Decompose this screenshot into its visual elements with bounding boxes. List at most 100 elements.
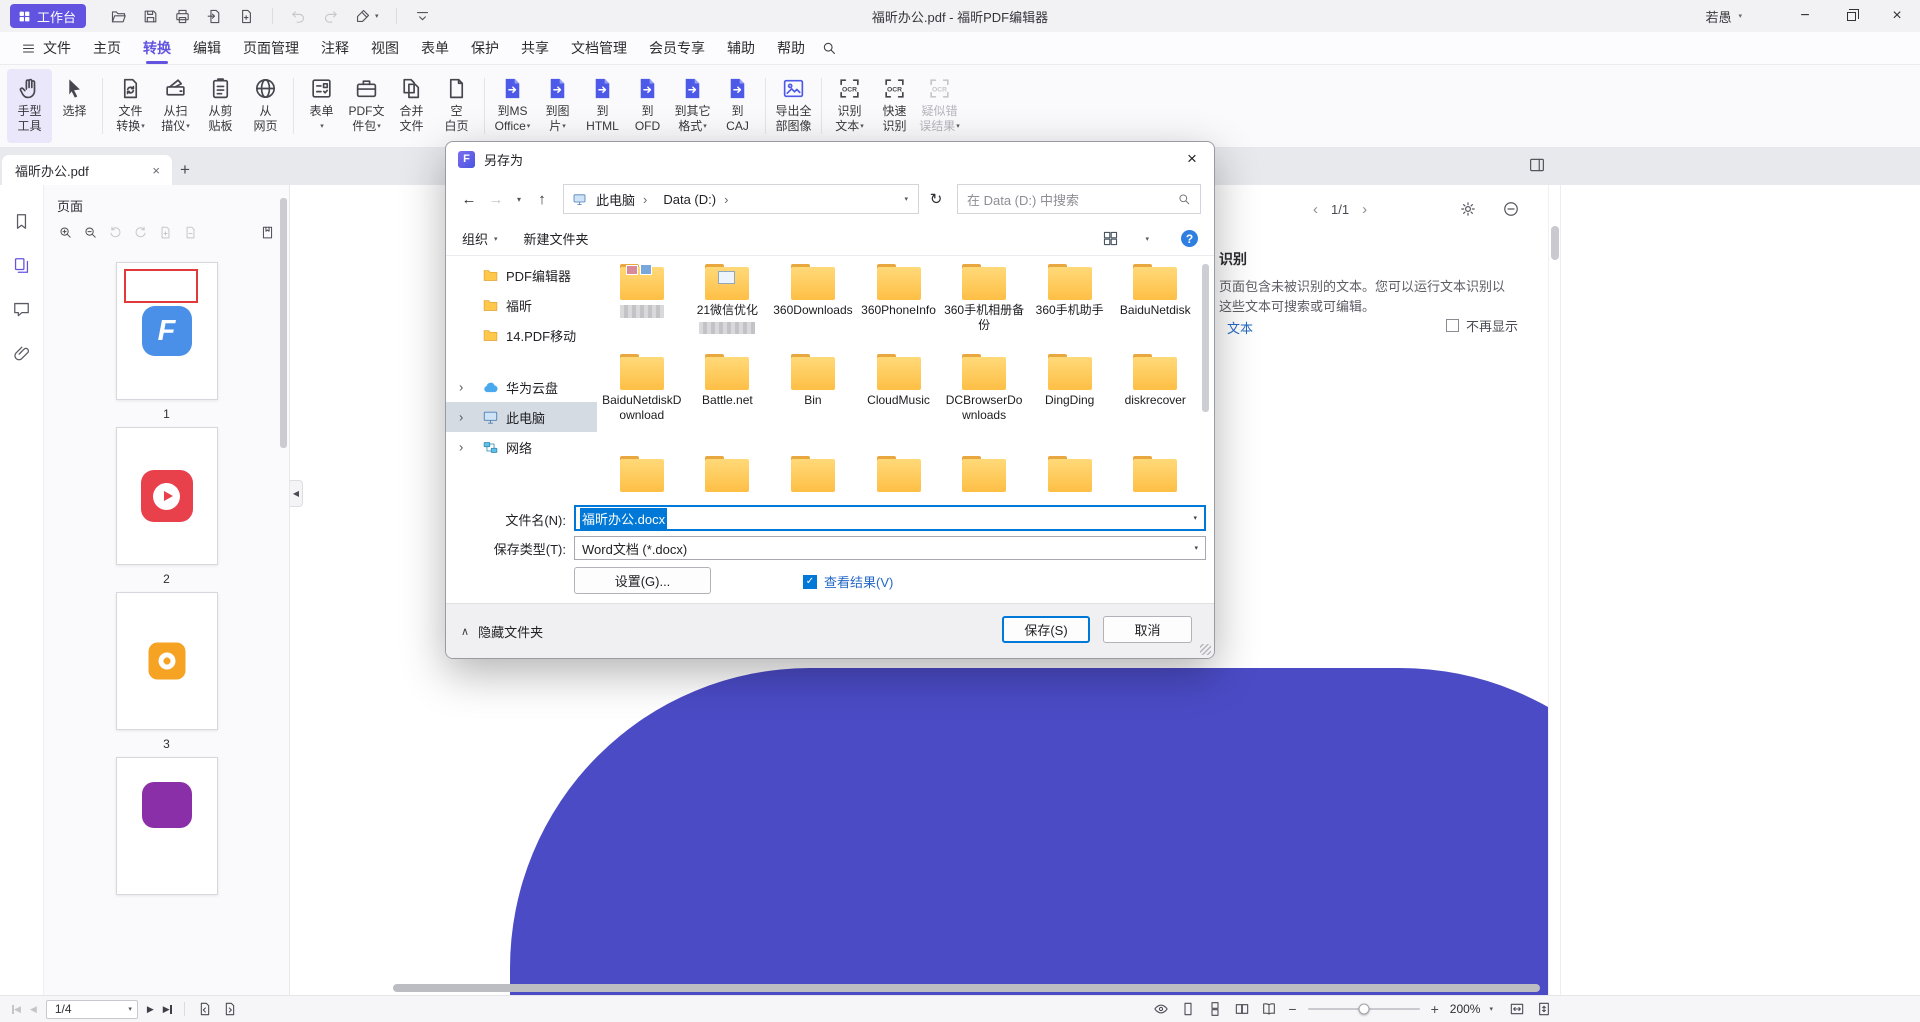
rotate-left-icon[interactable]	[108, 225, 123, 240]
document-tab[interactable]: 福昕办公.pdf ×	[2, 155, 172, 185]
menu-item-member[interactable]: 会员专享	[638, 32, 716, 65]
ribbon-button-from-clipboard[interactable]: 从剪贴板	[198, 69, 243, 143]
chevron-right-icon[interactable]: ›	[459, 440, 463, 455]
file-item[interactable]: DCBrowserDownloads	[942, 354, 1026, 423]
page-number-combo[interactable]: 1/4 ▾	[46, 1000, 138, 1019]
files-scrollbar[interactable]	[1202, 264, 1209, 412]
user-name[interactable]: 若愚	[1705, 7, 1731, 26]
file-item[interactable]: BaiduNetdisk	[1113, 264, 1197, 334]
attachments-panel-button[interactable]	[12, 344, 31, 363]
file-item[interactable]	[686, 456, 770, 492]
last-page-button[interactable]: ▶	[163, 1005, 172, 1014]
file-item[interactable]	[942, 456, 1026, 492]
file-item[interactable]	[1028, 456, 1112, 492]
dismiss-notification-checkbox[interactable]: 不再显示	[1446, 316, 1518, 335]
breadcrumb-data-drive[interactable]: Data (D:)›	[656, 185, 735, 213]
horizontal-scrollbar[interactable]	[393, 984, 1540, 992]
file-item[interactable]: BaiduNetdiskDownload	[600, 354, 684, 423]
file-item[interactable]: 360手机助手	[1028, 264, 1112, 334]
menu-item-edit[interactable]: 编辑	[182, 32, 232, 65]
menu-item-page-organize[interactable]: 页面管理	[232, 32, 310, 65]
menu-item-help[interactable]: 帮助	[766, 32, 816, 65]
ribbon-button-to-html[interactable]: 到HTML	[580, 69, 625, 143]
file-item[interactable]: 360Downloads	[771, 264, 855, 334]
page-thumbnail-4[interactable]	[116, 757, 218, 895]
cancel-button[interactable]: 取消	[1103, 616, 1192, 643]
tree-item-huawei-cloud[interactable]: ›华为云盘	[446, 372, 597, 402]
collapse-panel-handle[interactable]: ◀	[290, 480, 303, 507]
next-page-button[interactable]: ▶	[147, 1005, 154, 1014]
refresh-icon[interactable]: ↻	[926, 187, 946, 211]
new-tab-button[interactable]: +	[172, 155, 198, 185]
file-item[interactable]: 360手机相册备份	[942, 264, 1026, 334]
tree-item-pdf-editor[interactable]: PDF编辑器	[446, 260, 597, 290]
resize-grip[interactable]	[1200, 644, 1211, 655]
notification-next-icon[interactable]: ›	[1362, 201, 1367, 218]
file-item[interactable]: diskrecover	[1113, 354, 1197, 423]
page-thumbnail-1[interactable]: F1	[116, 262, 218, 427]
recent-locations-caret-icon[interactable]: ▾	[513, 187, 525, 211]
filename-dropdown-icon[interactable]: ▾	[1186, 514, 1204, 522]
close-button[interactable]: ×	[1874, 0, 1920, 32]
breadcrumb-this-pc[interactable]: 此电脑›	[589, 185, 654, 213]
chevron-right-icon[interactable]: ›	[459, 410, 463, 425]
undo-button[interactable]	[290, 8, 307, 25]
menu-item-protect[interactable]: 保护	[460, 32, 510, 65]
redo-button[interactable]	[322, 8, 339, 25]
customize-toolbar-button[interactable]	[414, 8, 431, 25]
up-button[interactable]: ↑	[532, 187, 552, 211]
ribbon-button-file-convert[interactable]: 文件转换▾	[108, 69, 153, 143]
right-panel-toggle-icon[interactable]	[1528, 156, 1546, 174]
help-icon[interactable]: ?	[1181, 230, 1198, 247]
next-view-icon[interactable]	[222, 1001, 238, 1017]
menu-item-convert[interactable]: 转换	[132, 32, 182, 65]
address-bar[interactable]: 此电脑› Data (D:)› ▾	[563, 184, 919, 214]
chevron-right-icon[interactable]: ›	[459, 380, 463, 395]
notification-prev-icon[interactable]: ‹	[1313, 201, 1318, 218]
organize-menu[interactable]: 组织▾	[462, 229, 498, 248]
page-add-icon[interactable]	[158, 225, 173, 240]
checkbox-unchecked-icon[interactable]	[1446, 319, 1459, 332]
zoom-out-icon[interactable]	[83, 225, 98, 240]
zoom-slider-knob[interactable]	[1358, 1004, 1369, 1015]
ribbon-button-ocr-suspects[interactable]: OCR疑似错误结果▾	[917, 69, 962, 143]
print-button[interactable]	[174, 8, 191, 25]
ribbon-button-form-create[interactable]: 表单▾	[299, 69, 344, 143]
ribbon-button-to-ms-office[interactable]: 到MSOffice▾	[490, 69, 535, 143]
vertical-scrollbar-thumb[interactable]	[1551, 226, 1559, 260]
filetype-combo[interactable]: Word文档 (*.docx) ▾	[574, 536, 1206, 560]
page-thumbnail-3[interactable]: 3	[116, 592, 218, 757]
zoom-out-button[interactable]: −	[1288, 1001, 1296, 1017]
page-thumbnail-2[interactable]: 2	[116, 427, 218, 592]
hide-folders-button[interactable]: ∧ 隐藏文件夹	[461, 622, 543, 641]
quick-tools-button[interactable]	[354, 8, 371, 25]
bookmarks-panel-button[interactable]	[12, 212, 31, 231]
filename-input[interactable]: 福昕办公.docx ▾	[574, 505, 1206, 531]
comments-panel-button[interactable]	[12, 300, 31, 319]
ribbon-button-blank-page[interactable]: 空白页	[434, 69, 479, 143]
page-mark-icon[interactable]	[260, 225, 275, 240]
tab-close-icon[interactable]: ×	[148, 161, 164, 180]
tree-item-pdf-mobile[interactable]: 14.PDF移动	[446, 320, 597, 350]
ribbon-button-export-all-images[interactable]: 导出全部图像	[771, 69, 816, 143]
gear-icon[interactable]	[1459, 200, 1477, 218]
previous-view-icon[interactable]	[197, 1001, 213, 1017]
menu-item-form[interactable]: 表单	[410, 32, 460, 65]
forward-button[interactable]: →	[486, 187, 506, 211]
search-box[interactable]: 在 Data (D:) 中搜索	[957, 184, 1201, 214]
tree-item-foxit[interactable]: 福昕	[446, 290, 597, 320]
file-item[interactable]	[857, 456, 941, 492]
user-menu-caret-icon[interactable]: ▾	[1738, 12, 1742, 20]
pages-panel-button[interactable]	[12, 256, 31, 275]
fit-page-icon[interactable]	[1536, 1001, 1552, 1017]
minimize-button[interactable]: −	[1782, 0, 1828, 32]
zoom-in-icon[interactable]	[58, 225, 73, 240]
zoom-slider[interactable]	[1308, 1008, 1420, 1010]
file-item[interactable]	[600, 264, 684, 334]
reading-mode-icon[interactable]	[1153, 1001, 1169, 1017]
new-folder-button[interactable]: 新建文件夹	[524, 229, 589, 248]
open-file-button[interactable]	[110, 8, 127, 25]
ribbon-button-to-image[interactable]: 到图片▾	[535, 69, 580, 143]
menu-item-doc-manage[interactable]: 文档管理	[560, 32, 638, 65]
save-button[interactable]	[142, 8, 159, 25]
